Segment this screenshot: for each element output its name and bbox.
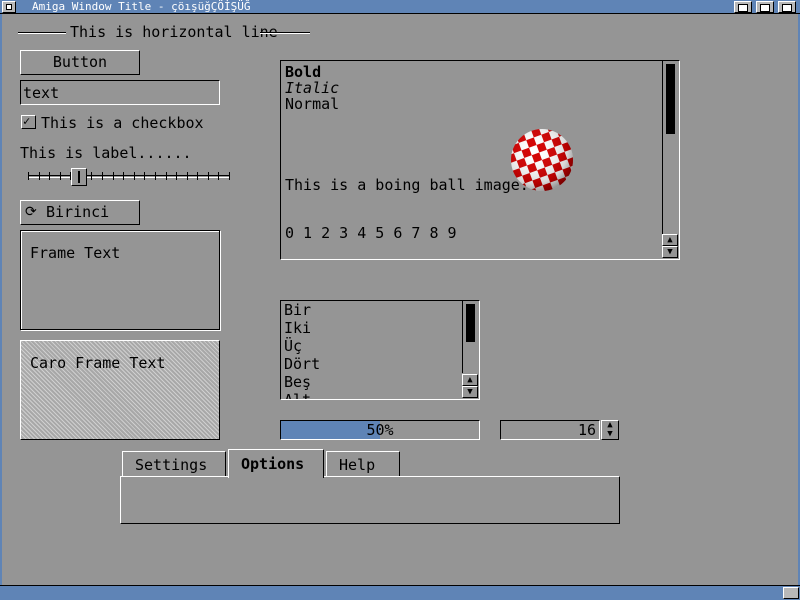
static-label: This is label...... (20, 144, 192, 162)
text-field-value: text (23, 84, 60, 102)
boing-ball-image (511, 129, 573, 191)
integer-value: 16 (577, 421, 596, 439)
slider-tick (91, 172, 92, 180)
frame-title: Frame Text (30, 244, 121, 262)
button-label: Button (52, 53, 108, 71)
list-item[interactable]: Dört (284, 355, 460, 373)
slider-tick (39, 172, 40, 180)
cycle-selected: Birinci (46, 203, 110, 221)
caro-frame-title: Caro Frame Text (30, 354, 166, 372)
resize-icon[interactable] (783, 587, 799, 599)
slider-tick (187, 172, 188, 180)
slider-tick (176, 172, 177, 180)
arrow-down-icon[interactable]: ▼ (662, 246, 678, 258)
window-bottom-border (0, 585, 800, 600)
slider-tick (144, 172, 145, 180)
stepper-arrows-icon[interactable]: ▲ ▼ (601, 420, 619, 440)
slider-tick (155, 172, 156, 180)
text-field[interactable]: text (20, 80, 220, 105)
checkmark-icon: ✓ (23, 114, 31, 128)
textarea-normal: Normal (285, 95, 340, 113)
window-left-border (0, 14, 2, 586)
list-item[interactable]: Bir (284, 301, 460, 319)
textarea-image-caption: This is a boing ball image: (285, 176, 529, 194)
tab-options-label: Options (241, 455, 305, 473)
slider-track[interactable] (28, 175, 230, 178)
textarea-scroll-knob[interactable] (666, 64, 675, 134)
list-items: Bir Iki Üç Dört Beş Alt (284, 301, 460, 399)
arrow-up-icon[interactable]: ▲ (462, 374, 478, 386)
list-scroll-knob[interactable] (466, 304, 475, 342)
slider-knob[interactable] (71, 168, 87, 186)
tab-settings[interactable]: Settings (122, 451, 226, 478)
arrow-down-icon[interactable]: ▼ (462, 386, 478, 398)
tab-options[interactable]: Options (228, 449, 324, 478)
slider-tick (28, 172, 29, 180)
cycle-icon: ⟳ (25, 204, 37, 220)
progress-label: 50% (366, 421, 394, 439)
slider-tick (123, 172, 124, 180)
horizontal-line-title: This is horizontal line (70, 23, 278, 41)
slider-tick (60, 172, 61, 180)
horizontal-line-left (18, 32, 66, 34)
close-icon[interactable] (2, 1, 16, 13)
list-item[interactable]: Beş (284, 373, 460, 391)
window-title: Amiga Window Title - çöışüğÇÖİŞÜĞ (32, 0, 251, 13)
depth-icon[interactable] (778, 1, 796, 13)
slider-tick (208, 172, 209, 180)
slider-tick (49, 172, 50, 180)
list-item[interactable]: Alt (284, 391, 460, 399)
slider-knob-grip (78, 171, 80, 183)
checkbox-label: This is a checkbox (41, 114, 204, 132)
slider-tick (166, 172, 167, 180)
slider-tick (229, 172, 230, 180)
textarea-digits: 0 1 2 3 4 5 6 7 8 9 (285, 224, 457, 242)
slider-tick (102, 172, 103, 180)
tab-panel (120, 476, 620, 524)
slider-tick (218, 172, 219, 180)
tab-help-label: Help (339, 456, 376, 474)
main-button[interactable]: Button (20, 50, 140, 75)
zoom-icon[interactable] (734, 1, 752, 13)
horizontal-line-right (260, 32, 310, 34)
arrow-up-icon[interactable]: ▲ (662, 234, 678, 246)
window-zoom-icon[interactable] (756, 1, 774, 13)
tab-help[interactable]: Help (326, 451, 400, 478)
slider-tick (134, 172, 135, 180)
list-item[interactable]: Üç (284, 337, 460, 355)
list-item[interactable]: Iki (284, 319, 460, 337)
tab-settings-label: Settings (135, 456, 208, 474)
slider-tick (197, 172, 198, 180)
slider-tick (113, 172, 114, 180)
